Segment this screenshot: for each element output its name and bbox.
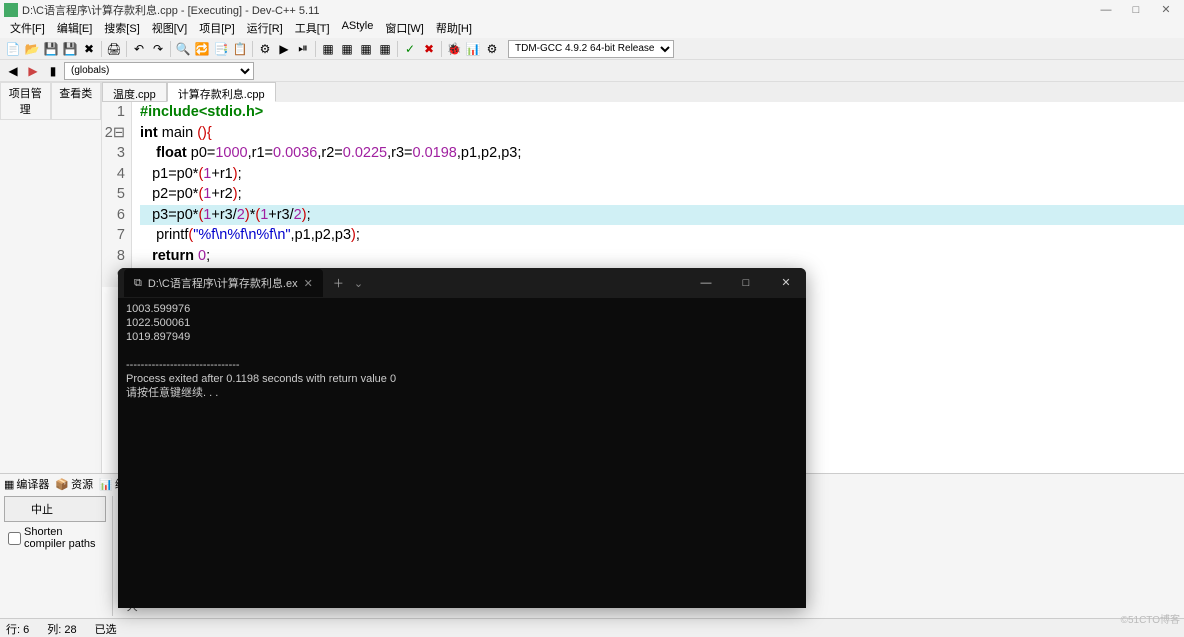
menu-item[interactable]: 视图[V] <box>146 20 193 38</box>
abort-button[interactable]: 中止 <box>4 496 106 522</box>
file-tab-bar: 温度.cpp计算存款利息.cpp <box>102 82 1184 102</box>
options-icon[interactable]: ⚙ <box>483 40 501 58</box>
watermark: ©51CTO博客 <box>1121 611 1180 626</box>
cancel-icon[interactable]: ✖ <box>420 40 438 58</box>
console-maximize-button[interactable]: □ <box>726 268 766 298</box>
console-close-button[interactable]: ✕ <box>766 268 806 298</box>
console-output: 1003.599976 1022.500061 1019.897949 ----… <box>118 298 806 404</box>
line-gutter: 12⊟3456789 <box>102 102 132 287</box>
compile-run-icon[interactable]: ⏯ <box>294 40 312 58</box>
status-bar: 行: 6 列: 28 已选 <box>0 618 1184 636</box>
compile-icon[interactable]: ⚙ <box>256 40 274 58</box>
console-title-bar: ⧉ D:\C语言程序\计算存款利息.ex ✕ ＋ ⌄ — □ ✕ <box>118 268 806 298</box>
file-tab[interactable]: 温度.cpp <box>102 82 167 102</box>
minimize-button[interactable]: — <box>1100 4 1112 16</box>
menu-bar: 文件[F]编辑[E]搜索[S]视图[V]项目[P]运行[R]工具[T]AStyl… <box>0 20 1184 38</box>
cmd-icon: ⧉ <box>134 277 142 290</box>
scope-select[interactable]: (globals) <box>64 62 254 80</box>
code-editor[interactable]: 12⊟3456789 #include<stdio.h>int main (){… <box>102 102 1184 287</box>
new-file-icon[interactable]: 📄 <box>4 40 22 58</box>
run-icon[interactable]: ▶ <box>275 40 293 58</box>
debug-icon[interactable]: 🐞 <box>445 40 463 58</box>
console-window[interactable]: ⧉ D:\C语言程序\计算存款利息.ex ✕ ＋ ⌄ — □ ✕ 1003.59… <box>118 268 806 608</box>
menu-item[interactable]: 窗口[W] <box>379 20 430 38</box>
console-minimize-button[interactable]: — <box>686 268 726 298</box>
find-icon[interactable]: 🔍 <box>174 40 192 58</box>
layout2-icon[interactable]: ▦ <box>338 40 356 58</box>
file-tab[interactable]: 计算存款利息.cpp <box>167 82 276 102</box>
save-icon[interactable]: 💾 <box>42 40 60 58</box>
menu-item[interactable]: 搜索[S] <box>98 20 145 38</box>
shorten-paths-checkbox[interactable] <box>8 532 21 545</box>
maximize-button[interactable]: □ <box>1130 4 1142 16</box>
compiler-select[interactable]: TDM-GCC 4.9.2 64-bit Release <box>508 40 674 58</box>
menu-item[interactable]: AStyle <box>336 20 380 38</box>
console-new-tab-button[interactable]: ＋ <box>323 275 354 291</box>
layout1-icon[interactable]: ▦ <box>319 40 337 58</box>
tab-compiler[interactable]: ▦ 编译器 <box>4 476 49 492</box>
undo-icon[interactable]: ↶ <box>130 40 148 58</box>
nav-toolbar: ◀ ▶ ▮ (globals) <box>0 60 1184 82</box>
sidebar-tab[interactable]: 查看类 <box>51 82 102 120</box>
layout4-icon[interactable]: ▦ <box>376 40 394 58</box>
print-icon[interactable]: 🖨 <box>105 40 123 58</box>
console-tab[interactable]: ⧉ D:\C语言程序\计算存款利息.ex ✕ <box>124 269 323 297</box>
project-sidebar: 项目管理查看类 <box>0 82 102 522</box>
goto-line-icon[interactable]: 📋 <box>231 40 249 58</box>
find-in-files-icon[interactable]: 📑 <box>212 40 230 58</box>
profile-icon[interactable]: 📊 <box>464 40 482 58</box>
window-title: D:\C语言程序\计算存款利息.cpp - [Executing] - Dev-… <box>22 2 1100 18</box>
menu-item[interactable]: 文件[F] <box>4 20 51 38</box>
menu-item[interactable]: 编辑[E] <box>51 20 98 38</box>
back-icon[interactable]: ◀ <box>4 62 22 80</box>
close-file-icon[interactable]: ✖ <box>80 40 98 58</box>
close-button[interactable]: ✕ <box>1160 4 1172 16</box>
chevron-down-icon[interactable]: ⌄ <box>354 277 363 290</box>
save-all-icon[interactable]: 💾 <box>61 40 79 58</box>
console-tab-close-icon[interactable]: ✕ <box>304 277 313 290</box>
redo-icon[interactable]: ↷ <box>149 40 167 58</box>
console-tab-title: D:\C语言程序\计算存款利息.ex <box>148 275 298 291</box>
app-icon <box>4 3 18 17</box>
tab-resources[interactable]: 📦 资源 <box>55 476 93 492</box>
check-icon[interactable]: ✓ <box>401 40 419 58</box>
menu-item[interactable]: 运行[R] <box>241 20 289 38</box>
layout3-icon[interactable]: ▦ <box>357 40 375 58</box>
title-bar: D:\C语言程序\计算存款利息.cpp - [Executing] - Dev-… <box>0 0 1184 20</box>
main-toolbar: 📄 📂 💾 💾 ✖ 🖨 ↶ ↷ 🔍 🔁 📑 📋 ⚙ ▶ ⏯ ▦ ▦ ▦ ▦ ✓ … <box>0 38 1184 60</box>
replace-icon[interactable]: 🔁 <box>193 40 211 58</box>
bookmark-icon[interactable]: ▮ <box>44 62 62 80</box>
open-file-icon[interactable]: 📂 <box>23 40 41 58</box>
shorten-paths-label: Shorten compiler paths <box>24 526 102 550</box>
menu-item[interactable]: 项目[P] <box>193 20 240 38</box>
menu-item[interactable]: 帮助[H] <box>430 20 478 38</box>
menu-item[interactable]: 工具[T] <box>289 20 336 38</box>
forward-icon[interactable]: ▶ <box>24 62 42 80</box>
sidebar-tab[interactable]: 项目管理 <box>0 82 51 120</box>
